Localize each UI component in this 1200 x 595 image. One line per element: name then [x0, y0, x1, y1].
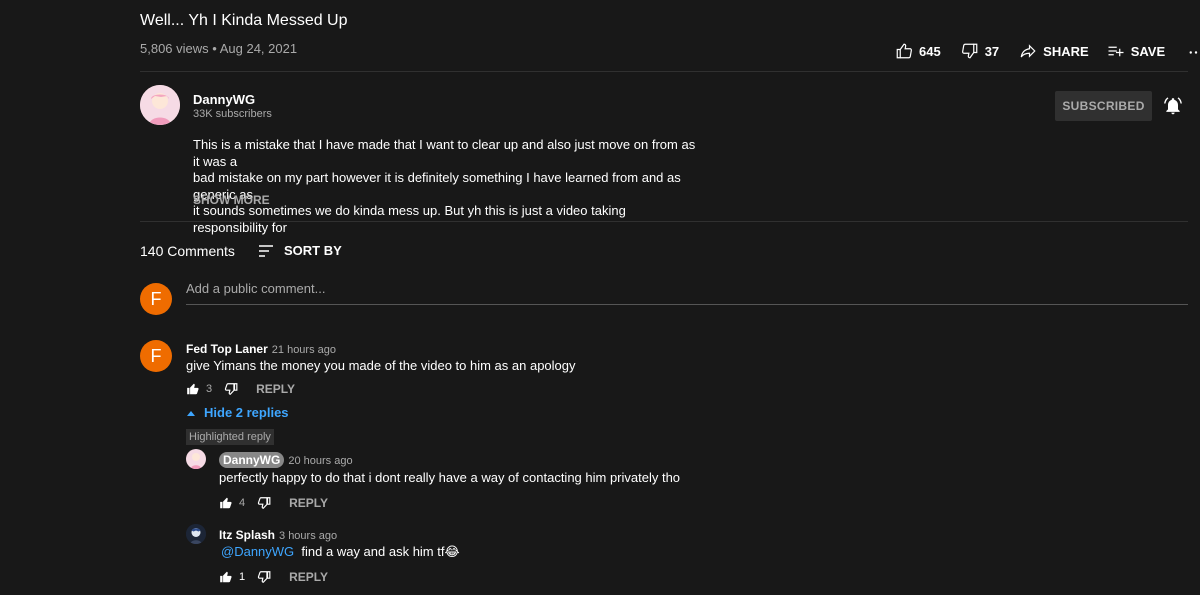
reply-like-count: 4 [239, 497, 246, 509]
comment-time[interactable]: 21 hours ago [272, 344, 336, 356]
subscriber-count: 33K subscribers [193, 108, 272, 120]
comment-header: Fed Top Laner 21 hours ago [186, 340, 336, 358]
share-arrow-icon [1020, 44, 1036, 58]
dislike-button[interactable]: 37 [961, 42, 999, 60]
divider-top [140, 71, 1188, 72]
playlist-add-icon [1108, 46, 1124, 57]
save-button[interactable]: SAVE [1107, 42, 1165, 60]
more-actions-button[interactable] [1187, 42, 1200, 60]
reply-text: perfectly happy to do that i dont really… [219, 470, 681, 485]
comment-like-count: 3 [206, 383, 213, 395]
reply-avatar[interactable] [186, 524, 206, 544]
reply-button[interactable]: REPLY [256, 382, 295, 396]
description-line: This is a mistake that I have made that … [193, 137, 696, 169]
reply-avatar[interactable] [186, 449, 206, 469]
sort-lines-icon [259, 244, 273, 257]
reply-button[interactable]: REPLY [289, 570, 328, 584]
comment-text: give Yimans the money you made of the vi… [186, 358, 576, 373]
hide-replies-label: Hide 2 replies [204, 405, 289, 420]
thumb-up-icon[interactable] [219, 570, 233, 584]
reply-time[interactable]: 20 hours ago [288, 455, 352, 467]
add-comment-input[interactable]: Add a public comment... [186, 281, 1188, 305]
comment-avatar[interactable]: F [140, 340, 172, 372]
thumb-down-icon[interactable] [257, 570, 271, 584]
channel-owner-badge[interactable]: DannyWG [219, 452, 285, 468]
thumb-up-icon[interactable] [186, 382, 200, 396]
comment-actions: 3 REPLY [186, 382, 295, 396]
reply-button[interactable]: REPLY [289, 496, 328, 510]
sort-by-label: SORT BY [284, 243, 342, 258]
hide-replies-button[interactable]: Hide 2 replies [186, 405, 289, 420]
upload-date: Aug 24, 2021 [219, 41, 298, 56]
notification-bell-button[interactable] [1163, 96, 1183, 116]
reply-actions: 1 REPLY [219, 570, 328, 584]
view-count: 5,806 views [140, 41, 209, 56]
thumb-down-icon[interactable] [257, 496, 271, 510]
video-meta: 5,806 views • Aug 24, 2021 [140, 41, 297, 56]
subscribed-button[interactable]: SUBSCRIBED [1055, 91, 1152, 121]
reply-avatar-image [186, 524, 206, 544]
more-horizontal-icon [1189, 51, 1198, 54]
thumb-down-icon[interactable] [224, 382, 238, 396]
reply-like-count: 1 [239, 571, 246, 583]
comment-count: 140 Comments [140, 243, 235, 259]
sort-by-button[interactable]: SORT BY [258, 243, 342, 258]
bell-ringing-icon [1164, 97, 1182, 115]
reply-header: DannyWG 20 hours ago [219, 451, 353, 469]
like-count: 645 [919, 43, 941, 59]
reply-time[interactable]: 3 hours ago [279, 530, 337, 542]
dislike-count: 37 [984, 43, 1000, 59]
reply-author[interactable]: Itz Splash [219, 528, 275, 542]
like-button[interactable]: 645 [895, 42, 941, 60]
share-button[interactable]: SHARE [1019, 42, 1089, 60]
chevron-up-icon [187, 410, 195, 416]
video-actions: 645 37 SHARE SAVE [895, 42, 1200, 60]
channel-name[interactable]: DannyWG [193, 92, 255, 107]
video-title: Well... Yh I Kinda Messed Up [140, 12, 348, 29]
show-more-button[interactable]: SHOW MORE [193, 193, 270, 207]
divider-description [140, 221, 1188, 222]
reply-actions: 4 REPLY [219, 496, 328, 510]
thumb-up-icon[interactable] [219, 496, 233, 510]
share-label: SHARE [1043, 43, 1089, 59]
channel-avatar[interactable] [140, 85, 180, 125]
comment-author[interactable]: Fed Top Laner [186, 342, 268, 356]
thumb-down-icon [961, 43, 978, 59]
channel-avatar-image [140, 85, 180, 125]
meta-separator: • [212, 41, 220, 56]
description-line: it sounds sometimes we do kinda mess up.… [193, 203, 626, 235]
thumb-up-icon [896, 43, 912, 59]
reply-header: Itz Splash 3 hours ago [219, 526, 337, 544]
save-label: SAVE [1130, 43, 1166, 59]
user-avatar: F [140, 283, 172, 315]
reply-avatar-image [186, 449, 206, 469]
mention-link[interactable]: @DannyWG [221, 544, 294, 559]
highlighted-reply-badge: Highlighted reply [186, 429, 274, 445]
reply-text: @DannyWG find a way and ask him tf😂 [221, 544, 460, 560]
reply-text-body: find a way and ask him tf😂 [301, 544, 460, 559]
